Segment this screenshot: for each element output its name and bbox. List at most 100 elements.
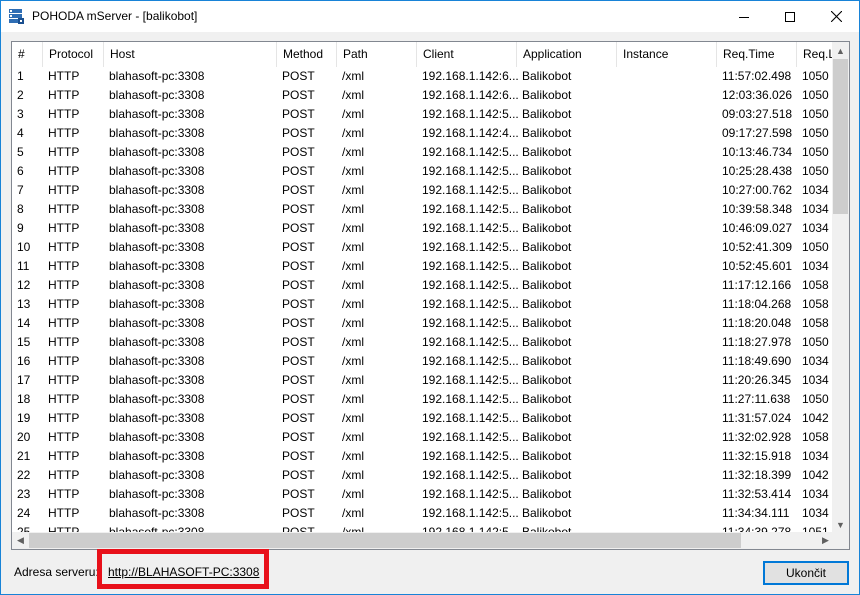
table-row[interactable]: 10 HTTP blahasoft-pc:3308 POST/xml 192.168.1… [12,238,834,257]
col-instance-cell [618,295,718,314]
table-row[interactable]: 9 HTTP blahasoft-pc:3308 POST/xml 192.168.1.… [12,219,834,238]
table-row[interactable]: 3 HTTP blahasoft-pc:3308 POST/xml 192.168.1.… [12,105,834,124]
col-host-cell: blahasoft-pc:3308 [109,449,205,463]
col-req-length-cell: 1034 [802,202,829,216]
col-client-cell: 192.168.1.142:4... [422,126,518,140]
col-host-cell: blahasoft-pc:3308 [109,107,205,121]
col-req-length-cell: 1034 [802,373,829,387]
col-index-cell: 13 [17,297,31,311]
table-row[interactable]: 18 HTTP blahasoft-pc:3308 POST/xml 192.168.1… [12,390,834,409]
table-row[interactable]: 19 HTTP blahasoft-pc:3308 POST/xml 192.168.1… [12,409,834,428]
col-index-header[interactable]: # [12,42,43,67]
col-application-cell: Balikobot [522,430,572,444]
minimize-button[interactable] [721,1,767,32]
col-host-cell: blahasoft-pc:3308 [109,88,205,102]
col-host-cell: blahasoft-pc:3308 [109,240,205,254]
col-req-time-cell: 11:20:26.345 [722,373,792,387]
col-path-cell: /xml [342,259,364,273]
horizontal-scroll-thumb[interactable] [29,533,741,548]
close-server-button[interactable]: Ukončit [763,561,849,585]
col-host-header[interactable]: Host [104,42,277,67]
col-client-header[interactable]: Client [417,42,517,67]
col-method-cell: POST [282,316,315,330]
col-protocol-cell: HTTP [48,259,80,273]
col-req-time-cell: 12:03:36.026 [722,88,793,102]
scroll-left-icon[interactable]: ◀ [12,532,29,549]
col-instance-cell [618,276,718,295]
col-req-length-cell: 1058 [802,316,829,330]
table-row[interactable]: 5 HTTP blahasoft-pc:3308 POST/xml 192.168.1.… [12,143,834,162]
scroll-up-icon[interactable]: ▲ [832,42,849,59]
col-index-cell: 17 [17,373,31,387]
table-row[interactable]: 12 HTTP blahasoft-pc:3308 POST/xml 192.168.1… [12,276,834,295]
table-row[interactable]: 16 HTTP blahasoft-pc:3308 POST/xml 192.168.1… [12,352,834,371]
col-method-cell: POST [282,126,315,140]
col-path-cell: /xml [342,183,364,197]
col-method-cell: POST [282,487,315,501]
table-row[interactable]: 8 HTTP blahasoft-pc:3308 POST/xml 192.168.1.… [12,200,834,219]
scroll-down-icon[interactable]: ▼ [832,516,849,533]
col-method-header[interactable]: Method [277,42,337,67]
col-host-cell: blahasoft-pc:3308 [109,316,205,330]
col-req-length-cell: 1058 [802,297,829,311]
col-application-cell: Balikobot [522,69,572,83]
vertical-scroll-thumb[interactable] [833,59,848,214]
table-row[interactable]: 2 HTTP blahasoft-pc:3308 POST/xml 192.168.1.… [12,86,834,105]
col-client-cell: 192.168.1.142:5... [422,240,518,254]
col-host-cell: blahasoft-pc:3308 [109,259,205,273]
col-host-cell: blahasoft-pc:3308 [109,354,205,368]
vertical-scrollbar[interactable]: ▲ ▼ [832,42,849,533]
table-row[interactable]: 11 HTTP blahasoft-pc:3308 POST/xml 192.168.1… [12,257,834,276]
col-application-cell: Balikobot [522,259,572,273]
col-req-time-cell: 11:32:53.414 [722,487,792,501]
table-row[interactable]: 20 HTTP blahasoft-pc:3308 POST/xml 192.168.1… [12,428,834,447]
col-index-cell: 15 [17,335,31,349]
col-instance-cell [618,504,718,523]
col-req-time-cell: 10:13:46.734 [722,145,793,159]
col-client-cell: 192.168.1.142:6... [422,88,518,102]
table-row[interactable]: 4 HTTP blahasoft-pc:3308 POST/xml 192.168.1.… [12,124,834,143]
table-row[interactable]: 17 HTTP blahasoft-pc:3308 POST/xml 192.168.1… [12,371,834,390]
col-req-length-cell: 1050 [802,107,829,121]
horizontal-scrollbar[interactable]: ◀ ▶ [12,532,834,549]
col-instance-header[interactable]: Instance [617,42,717,67]
table-row[interactable]: 23 HTTP blahasoft-pc:3308 POST/xml 192.168.1… [12,485,834,504]
col-index-cell: 2 [17,88,24,102]
col-application-cell: Balikobot [522,297,572,311]
col-client-cell: 192.168.1.142:5... [422,335,518,349]
col-application-cell: Balikobot [522,392,572,406]
window-title: POHODA mServer - [balikobot] [32,9,198,23]
col-path-cell: /xml [342,506,364,520]
maximize-button[interactable] [767,1,813,32]
table-row[interactable]: 22 HTTP blahasoft-pc:3308 POST/xml 192.168.1… [12,466,834,485]
col-req-length-cell: 1050 [802,69,829,83]
col-method-cell: POST [282,411,315,425]
table-row[interactable]: 14 HTTP blahasoft-pc:3308 POST/xml 192.168.1… [12,314,834,333]
col-protocol-header[interactable]: Protocol [43,42,104,67]
col-application-cell: Balikobot [522,145,572,159]
close-button[interactable] [813,1,859,32]
table-row[interactable]: 15 HTTP blahasoft-pc:3308 POST/xml 192.168.1… [12,333,834,352]
col-host-cell: blahasoft-pc:3308 [109,392,205,406]
col-req-length-header[interactable]: Req.L [797,42,837,67]
col-method-cell: POST [282,468,315,482]
col-req-length-cell: 1034 [802,506,829,520]
col-req-length-cell: 1042 [802,411,829,425]
col-protocol-cell: HTTP [48,202,80,216]
table-row[interactable]: 6 HTTP blahasoft-pc:3308 POST/xml 192.168.1.… [12,162,834,181]
table-row[interactable]: 24 HTTP blahasoft-pc:3308 POST/xml 192.168.1… [12,504,834,523]
col-client-cell: 192.168.1.142:5... [422,411,518,425]
col-index-cell: 6 [17,164,24,178]
col-path-header[interactable]: Path [337,42,417,67]
col-protocol-cell: HTTP [48,430,80,444]
col-req-time-header[interactable]: Req.Time [717,42,797,67]
table-row[interactable]: 21 HTTP blahasoft-pc:3308 POST/xml 192.168.1… [12,447,834,466]
table-row[interactable]: 13 HTTP blahasoft-pc:3308 POST/xml 192.168.1… [12,295,834,314]
table-row[interactable]: 1 HTTP blahasoft-pc:3308 POST/xml 192.168.1.… [12,67,834,86]
col-application-header[interactable]: Application [517,42,617,67]
col-application-cell: Balikobot [522,449,572,463]
server-address-link[interactable]: http://BLAHASOFT-PC:3308 [108,565,259,579]
table-row[interactable]: 7 HTTP blahasoft-pc:3308 POST/xml 192.168.1.… [12,181,834,200]
col-path-cell: /xml [342,107,364,121]
request-list[interactable]: # Protocol Host Method Path Client Application… [11,41,850,550]
